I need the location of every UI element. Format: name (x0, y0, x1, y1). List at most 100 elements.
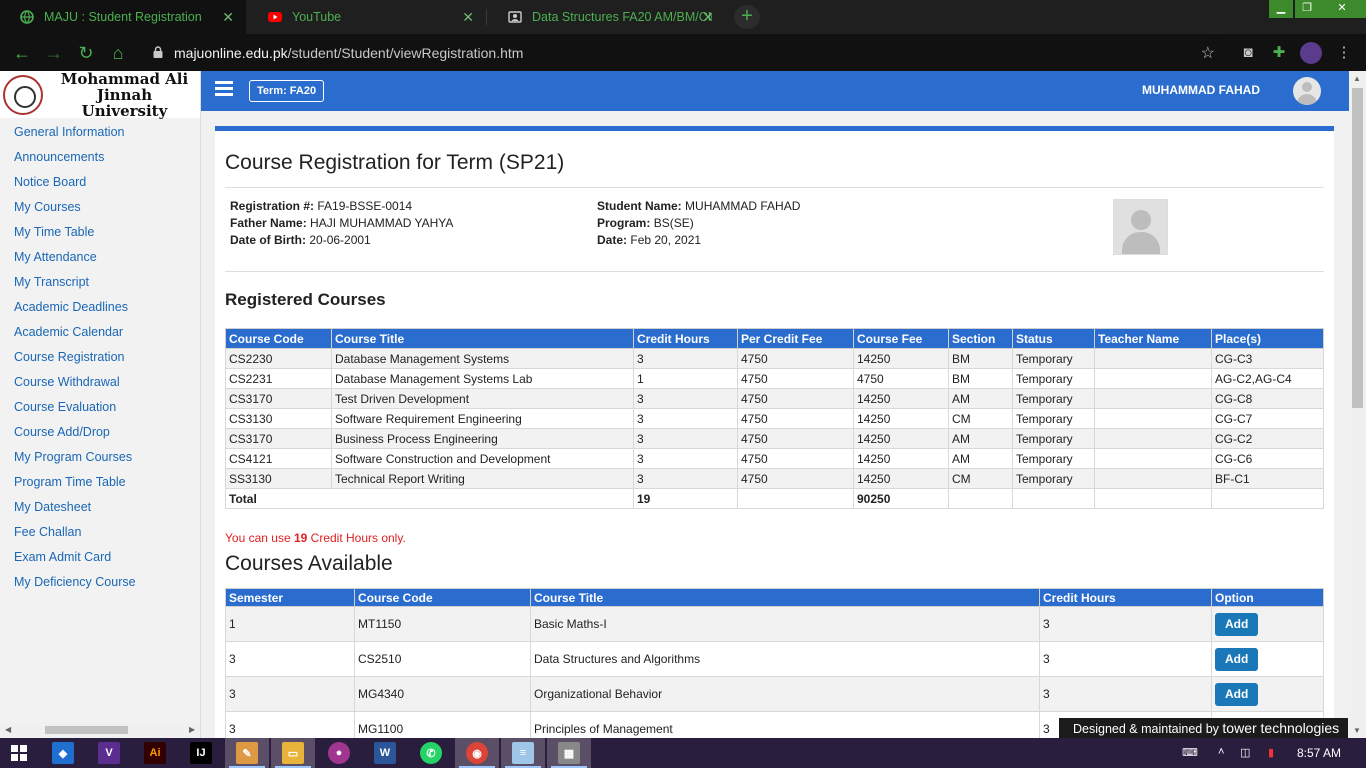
student-info-right: Student Name: MUHAMMAD FAHAD Program: BS… (597, 198, 800, 249)
close-icon[interactable]: ✕ (702, 9, 714, 26)
visual-studio-icon[interactable]: V (98, 742, 120, 764)
user-name[interactable]: MUHAMMAD FAHAD (1142, 83, 1260, 97)
sidebar-item-my-transcript[interactable]: My Transcript (0, 270, 200, 295)
word-icon[interactable]: W (374, 742, 396, 764)
sidebar-item-announcements[interactable]: Announcements (0, 145, 200, 170)
table-cell: 3 (633, 348, 738, 369)
page-vertical-scrollbar[interactable]: ▲ ▼ (1349, 71, 1366, 738)
registration-date: Date: Feb 20, 2021 (597, 233, 702, 247)
new-tab-button[interactable]: + (734, 5, 760, 29)
add-course-button[interactable]: Add (1215, 612, 1259, 636)
sidebar-item-course-add-drop[interactable]: Course Add/Drop (0, 420, 200, 445)
windows-start-icon[interactable] (8, 742, 30, 764)
browser-tab-strip: MAJU : Student Registration ✕ YouTube ✕ … (0, 0, 1366, 34)
table-cell: Temporary (1012, 408, 1095, 429)
sidebar-item-my-time-table[interactable]: My Time Table (0, 220, 200, 245)
page-title: Course Registration for Term (SP21) (225, 151, 565, 174)
term-badge[interactable]: Term: FA20 (249, 80, 325, 102)
total-cell (737, 488, 854, 509)
table-cell: CG-C7 (1211, 408, 1324, 429)
column-header: Credit Hours (633, 328, 738, 349)
sidebar-item-exam-admit-card[interactable]: Exam Admit Card (0, 545, 200, 570)
sidebar: Mohammad Ali Jinnah University General I… (0, 71, 201, 738)
scroll-down-icon[interactable]: ▼ (1353, 726, 1361, 735)
illustrator-icon[interactable]: Ai (144, 742, 166, 764)
extension-puzzle-icon[interactable]: ✚ (1268, 42, 1290, 64)
user-avatar[interactable] (1293, 77, 1321, 105)
minimize-button[interactable]: ▁ (1269, 0, 1293, 18)
university-seal-icon (3, 74, 43, 115)
table-cell: Organizational Behavior (530, 676, 1040, 712)
column-header: Course Code (225, 328, 332, 349)
profile-avatar-icon[interactable] (1300, 42, 1322, 64)
back-arrow-icon[interactable]: ← (12, 43, 32, 63)
address-bar[interactable]: majuonline.edu.pk/student/Student/viewRe… (141, 38, 1225, 67)
vscode-icon[interactable]: ◆ (52, 742, 74, 764)
sidebar-item-fee-challan[interactable]: Fee Challan (0, 520, 200, 545)
close-icon[interactable]: ✕ (222, 9, 234, 26)
network-icon[interactable]: ◫ (1240, 746, 1250, 759)
chrome-icon[interactable]: ◉ (466, 742, 488, 764)
sidebar-item-notice-board[interactable]: Notice Board (0, 170, 200, 195)
table-cell: CG-C3 (1211, 348, 1324, 369)
browser-menu-icon[interactable]: ⋮ (1333, 42, 1355, 64)
app-circle-icon[interactable]: ● (328, 742, 350, 764)
university-logo[interactable]: Mohammad Ali Jinnah University (0, 71, 200, 119)
sidebar-item-course-withdrawal[interactable]: Course Withdrawal (0, 370, 200, 395)
scroll-up-icon[interactable]: ▲ (1353, 74, 1361, 83)
sidebar-item-my-attendance[interactable]: My Attendance (0, 245, 200, 270)
add-course-button[interactable]: Add (1215, 647, 1259, 671)
sidebar-item-academic-calendar[interactable]: Academic Calendar (0, 320, 200, 345)
tray-chevron-icon[interactable]: ˄ (1218, 746, 1224, 758)
scroll-left-icon[interactable]: ◀ (5, 725, 11, 734)
column-header: Option (1211, 588, 1324, 607)
sidebar-horizontal-scrollbar[interactable]: ◀ ▶ (0, 722, 200, 738)
sidebar-item-program-time-table[interactable]: Program Time Table (0, 470, 200, 495)
forward-arrow-icon[interactable]: → (44, 43, 64, 63)
app-header: Term: FA20 MUHAMMAD FAHAD (201, 71, 1349, 111)
column-header: Course Code (354, 588, 531, 607)
intellij-icon[interactable]: IJ (190, 742, 212, 764)
column-header: Teacher Name (1094, 328, 1212, 349)
camera-icon[interactable]: ◙ (1237, 42, 1259, 64)
restore-button[interactable]: ❐ (1295, 0, 1319, 18)
hamburger-menu-icon[interactable] (215, 81, 233, 96)
home-icon[interactable]: ⌂ (108, 43, 128, 63)
column-header: Semester (225, 588, 355, 607)
taskbar-clock[interactable]: 8:57 AM (1297, 746, 1341, 760)
calculator-icon[interactable]: ▦ (558, 742, 580, 764)
total-cell (948, 488, 1013, 509)
sidebar-item-my-deficiency-course[interactable]: My Deficiency Course (0, 570, 200, 595)
notepad-icon[interactable]: ≡ (512, 742, 534, 764)
tab-title: YouTube (292, 10, 342, 24)
window-close-button[interactable]: ✕ (1318, 0, 1366, 18)
table-cell: AG-C2,AG-C4 (1211, 368, 1324, 389)
student-photo (1113, 199, 1168, 255)
file-explorer-icon[interactable]: ▭ (282, 742, 304, 764)
sidebar-item-course-registration[interactable]: Course Registration (0, 345, 200, 370)
sidebar-item-academic-deadlines[interactable]: Academic Deadlines (0, 295, 200, 320)
scroll-right-icon[interactable]: ▶ (189, 725, 195, 734)
tab-data-structures[interactable]: Data Structures FA20 AM/BM/CM ✕ (488, 0, 726, 34)
table-cell: BM (948, 348, 1013, 369)
sidebar-item-course-evaluation[interactable]: Course Evaluation (0, 395, 200, 420)
scrollbar-thumb[interactable] (1352, 88, 1363, 408)
sidebar-item-my-program-courses[interactable]: My Program Courses (0, 445, 200, 470)
battery-icon[interactable]: ▮ (1268, 746, 1274, 759)
tab-maju-registration[interactable]: MAJU : Student Registration ✕ (0, 0, 246, 34)
add-course-button[interactable]: Add (1215, 682, 1259, 706)
sidebar-item-my-courses[interactable]: My Courses (0, 195, 200, 220)
close-icon[interactable]: ✕ (462, 9, 474, 26)
reload-icon[interactable]: ↻ (76, 43, 96, 63)
whatsapp-icon[interactable]: ✆ (420, 742, 442, 764)
keyboard-icon[interactable]: ⌨ (1182, 746, 1198, 759)
footer-brand[interactable]: tower technologies (1222, 720, 1339, 736)
column-header: Section (948, 328, 1013, 349)
bookmark-star-icon[interactable]: ☆ (1201, 43, 1215, 63)
scrollbar-thumb[interactable] (45, 726, 128, 734)
globe-icon (20, 10, 34, 24)
sidebar-item-general-information[interactable]: General Information (0, 120, 200, 145)
paint-icon[interactable]: ✎ (236, 742, 258, 764)
sidebar-item-my-datesheet[interactable]: My Datesheet (0, 495, 200, 520)
tab-youtube[interactable]: YouTube ✕ (248, 0, 486, 34)
